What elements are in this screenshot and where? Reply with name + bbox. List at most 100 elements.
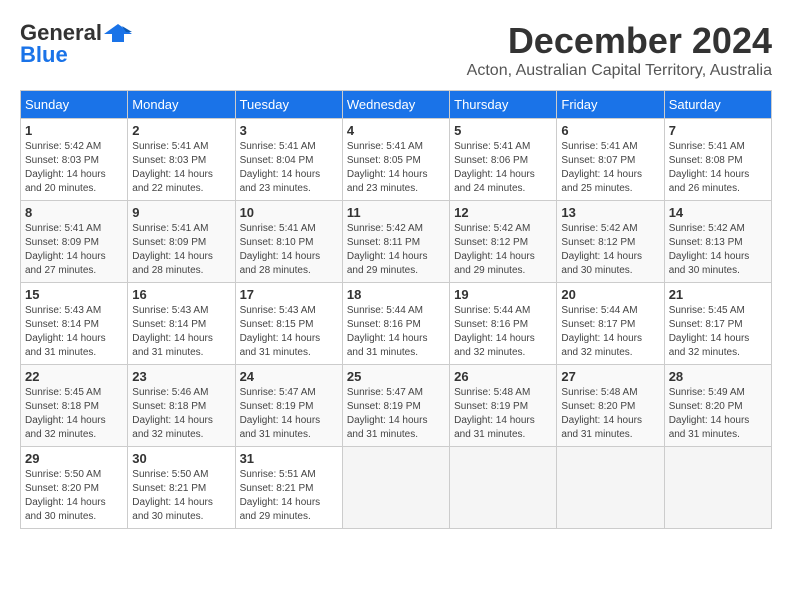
sunrise-text: Sunrise: 5:50 AM [132,469,208,480]
month-year-title: December 2024 [467,20,772,62]
day-info: Sunrise: 5:41 AM Sunset: 8:09 PM Dayligh… [132,222,230,278]
sunset-text: Sunset: 8:12 PM [561,237,635,248]
calendar-cell: 12 Sunrise: 5:42 AM Sunset: 8:12 PM Dayl… [450,201,557,283]
weekday-header-tuesday: Tuesday [235,91,342,119]
day-number: 21 [669,287,767,302]
day-info: Sunrise: 5:45 AM Sunset: 8:17 PM Dayligh… [669,304,767,360]
sunrise-text: Sunrise: 5:41 AM [347,141,423,152]
sunset-text: Sunset: 8:03 PM [25,155,99,166]
daylight-text: Daylight: 14 hours and 31 minutes. [561,415,642,440]
day-number: 13 [561,205,659,220]
sunset-text: Sunset: 8:20 PM [561,401,635,412]
calendar-cell: 18 Sunrise: 5:44 AM Sunset: 8:16 PM Dayl… [342,283,449,365]
day-info: Sunrise: 5:51 AM Sunset: 8:21 PM Dayligh… [240,468,338,524]
sunset-text: Sunset: 8:20 PM [25,483,99,494]
day-number: 23 [132,369,230,384]
day-info: Sunrise: 5:43 AM Sunset: 8:15 PM Dayligh… [240,304,338,360]
daylight-text: Daylight: 14 hours and 27 minutes. [25,251,106,276]
day-number: 17 [240,287,338,302]
sunrise-text: Sunrise: 5:42 AM [347,223,423,234]
day-number: 2 [132,123,230,138]
daylight-text: Daylight: 14 hours and 31 minutes. [25,333,106,358]
calendar-cell [664,447,771,529]
sunset-text: Sunset: 8:03 PM [132,155,206,166]
sunrise-text: Sunrise: 5:41 AM [132,141,208,152]
day-info: Sunrise: 5:41 AM Sunset: 8:06 PM Dayligh… [454,140,552,196]
title-section: December 2024 Acton, Australian Capital … [467,20,772,80]
sunrise-text: Sunrise: 5:46 AM [132,387,208,398]
calendar-cell: 21 Sunrise: 5:45 AM Sunset: 8:17 PM Dayl… [664,283,771,365]
daylight-text: Daylight: 14 hours and 22 minutes. [132,169,213,194]
daylight-text: Daylight: 14 hours and 23 minutes. [347,169,428,194]
sunset-text: Sunset: 8:17 PM [561,319,635,330]
day-info: Sunrise: 5:50 AM Sunset: 8:20 PM Dayligh… [25,468,123,524]
logo: General Blue [20,20,132,68]
sunrise-text: Sunrise: 5:47 AM [240,387,316,398]
day-info: Sunrise: 5:41 AM Sunset: 8:08 PM Dayligh… [669,140,767,196]
day-info: Sunrise: 5:47 AM Sunset: 8:19 PM Dayligh… [240,386,338,442]
sunset-text: Sunset: 8:18 PM [132,401,206,412]
day-number: 22 [25,369,123,384]
calendar-cell: 19 Sunrise: 5:44 AM Sunset: 8:16 PM Dayl… [450,283,557,365]
calendar-cell: 15 Sunrise: 5:43 AM Sunset: 8:14 PM Dayl… [21,283,128,365]
day-number: 3 [240,123,338,138]
day-info: Sunrise: 5:42 AM Sunset: 8:03 PM Dayligh… [25,140,123,196]
day-info: Sunrise: 5:44 AM Sunset: 8:17 PM Dayligh… [561,304,659,360]
calendar-cell: 9 Sunrise: 5:41 AM Sunset: 8:09 PM Dayli… [128,201,235,283]
day-number: 24 [240,369,338,384]
calendar-week-row: 29 Sunrise: 5:50 AM Sunset: 8:20 PM Dayl… [21,447,772,529]
calendar-cell: 1 Sunrise: 5:42 AM Sunset: 8:03 PM Dayli… [21,119,128,201]
calendar-cell: 4 Sunrise: 5:41 AM Sunset: 8:05 PM Dayli… [342,119,449,201]
daylight-text: Daylight: 14 hours and 28 minutes. [132,251,213,276]
daylight-text: Daylight: 14 hours and 32 minutes. [132,415,213,440]
sunrise-text: Sunrise: 5:49 AM [669,387,745,398]
sunrise-text: Sunrise: 5:45 AM [669,305,745,316]
sunrise-text: Sunrise: 5:41 AM [240,223,316,234]
day-number: 8 [25,205,123,220]
calendar-cell: 14 Sunrise: 5:42 AM Sunset: 8:13 PM Dayl… [664,201,771,283]
day-info: Sunrise: 5:41 AM Sunset: 8:03 PM Dayligh… [132,140,230,196]
day-number: 30 [132,451,230,466]
daylight-text: Daylight: 14 hours and 29 minutes. [240,497,321,522]
weekday-header-friday: Friday [557,91,664,119]
weekday-header-monday: Monday [128,91,235,119]
day-number: 18 [347,287,445,302]
calendar-table: SundayMondayTuesdayWednesdayThursdayFrid… [20,90,772,529]
sunrise-text: Sunrise: 5:42 AM [454,223,530,234]
day-info: Sunrise: 5:46 AM Sunset: 8:18 PM Dayligh… [132,386,230,442]
day-number: 26 [454,369,552,384]
sunset-text: Sunset: 8:06 PM [454,155,528,166]
daylight-text: Daylight: 14 hours and 29 minutes. [454,251,535,276]
sunset-text: Sunset: 8:09 PM [132,237,206,248]
daylight-text: Daylight: 14 hours and 20 minutes. [25,169,106,194]
calendar-header-row: SundayMondayTuesdayWednesdayThursdayFrid… [21,91,772,119]
day-info: Sunrise: 5:41 AM Sunset: 8:05 PM Dayligh… [347,140,445,196]
day-number: 25 [347,369,445,384]
sunset-text: Sunset: 8:11 PM [347,237,420,248]
daylight-text: Daylight: 14 hours and 31 minutes. [132,333,213,358]
sunset-text: Sunset: 8:18 PM [25,401,99,412]
day-info: Sunrise: 5:42 AM Sunset: 8:13 PM Dayligh… [669,222,767,278]
daylight-text: Daylight: 14 hours and 30 minutes. [669,251,750,276]
day-number: 7 [669,123,767,138]
day-number: 9 [132,205,230,220]
day-info: Sunrise: 5:42 AM Sunset: 8:11 PM Dayligh… [347,222,445,278]
day-number: 19 [454,287,552,302]
sunset-text: Sunset: 8:08 PM [669,155,743,166]
calendar-week-row: 15 Sunrise: 5:43 AM Sunset: 8:14 PM Dayl… [21,283,772,365]
calendar-cell: 24 Sunrise: 5:47 AM Sunset: 8:19 PM Dayl… [235,365,342,447]
sunrise-text: Sunrise: 5:44 AM [561,305,637,316]
day-number: 4 [347,123,445,138]
sunrise-text: Sunrise: 5:44 AM [454,305,530,316]
sunrise-text: Sunrise: 5:42 AM [25,141,101,152]
calendar-cell: 10 Sunrise: 5:41 AM Sunset: 8:10 PM Dayl… [235,201,342,283]
day-info: Sunrise: 5:42 AM Sunset: 8:12 PM Dayligh… [561,222,659,278]
sunrise-text: Sunrise: 5:41 AM [132,223,208,234]
calendar-cell: 11 Sunrise: 5:42 AM Sunset: 8:11 PM Dayl… [342,201,449,283]
sunset-text: Sunset: 8:21 PM [240,483,314,494]
daylight-text: Daylight: 14 hours and 31 minutes. [240,333,321,358]
sunrise-text: Sunrise: 5:41 AM [240,141,316,152]
sunset-text: Sunset: 8:13 PM [669,237,743,248]
calendar-cell: 3 Sunrise: 5:41 AM Sunset: 8:04 PM Dayli… [235,119,342,201]
calendar-cell: 8 Sunrise: 5:41 AM Sunset: 8:09 PM Dayli… [21,201,128,283]
